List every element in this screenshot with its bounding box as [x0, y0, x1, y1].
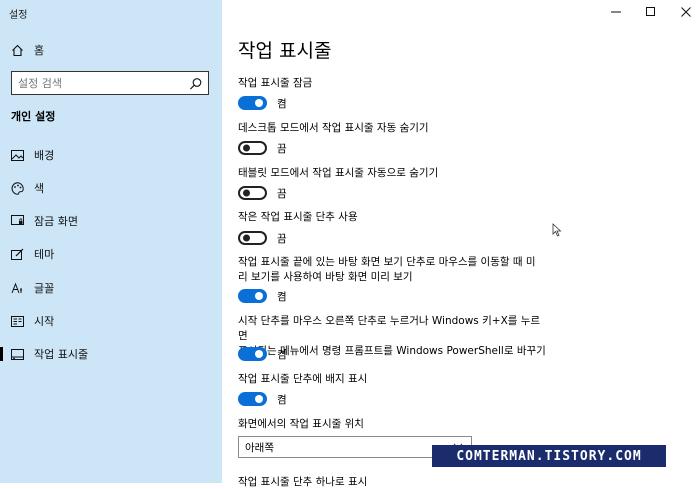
setting-label-autohide-tablet: 태블릿 모드에서 작업 표시줄 자동으로 숨기기 [238, 167, 439, 179]
brush-icon [10, 247, 24, 261]
toggle-lock-taskbar[interactable] [238, 96, 267, 110]
section-title: 개인 설정 [11, 110, 56, 123]
toggle-state: 끔 [277, 187, 287, 200]
minimize-button[interactable] [606, 4, 626, 18]
toggle-state: 끔 [277, 142, 287, 155]
toggle-knob [255, 292, 263, 300]
close-icon [681, 2, 691, 21]
toggle-knob [255, 350, 263, 358]
toggle-badges[interactable] [238, 392, 267, 406]
sidebar-item-label: 배경 [34, 149, 55, 162]
mouse-cursor-icon [552, 222, 562, 241]
sidebar-item-theme[interactable]: 테마 [0, 242, 222, 266]
font-icon [10, 281, 24, 295]
toggle-row-autohide-tablet: 끔 [238, 185, 287, 201]
sidebar-item-home[interactable]: 홈 [0, 38, 222, 62]
sidebar-item-label: 색 [34, 182, 45, 195]
sidebar: 설정 홈 개인 설정 배경 색 잠금 화면 테마 [0, 0, 222, 483]
picture-icon [10, 148, 24, 162]
home-icon [10, 43, 24, 57]
maximize-button[interactable] [641, 4, 661, 18]
sidebar-item-label: 테마 [34, 248, 55, 261]
page-title: 작업 표시줄 [238, 40, 332, 62]
sidebar-item-start[interactable]: 시작 [0, 309, 222, 333]
setting-label-line: 시작 단추를 마우스 오른쪽 단추로 누르거나 Windows 키+X를 누르면 [238, 315, 541, 342]
toggle-state: 켬 [277, 348, 287, 361]
toggle-state: 켬 [277, 290, 287, 303]
toggle-peek[interactable] [238, 289, 267, 303]
setting-label-peek: 작업 표시줄 끝에 있는 바탕 화면 보기 단추로 마우스를 이동할 때 미 리… [238, 255, 548, 285]
minimize-icon [611, 2, 621, 21]
toggle-knob [243, 234, 250, 242]
toggle-row-lock-taskbar: 켬 [238, 95, 287, 111]
watermark: COMTERMAN.TISTORY.COM [432, 445, 666, 467]
toggle-knob [243, 189, 250, 197]
sidebar-item-label: 시작 [34, 315, 55, 328]
sidebar-item-taskbar[interactable]: 작업 표시줄 [0, 342, 222, 366]
sidebar-item-fonts[interactable]: 글꼴 [0, 276, 222, 300]
toggle-powershell[interactable] [238, 347, 267, 361]
start-icon [10, 314, 24, 328]
toggle-knob [255, 395, 263, 403]
search-box[interactable] [11, 71, 209, 95]
sidebar-item-color[interactable]: 색 [0, 176, 222, 200]
sidebar-item-label: 글꼴 [34, 282, 55, 295]
toggle-autohide-desktop[interactable] [238, 141, 267, 155]
toggle-row-autohide-desktop: 끔 [238, 140, 287, 156]
setting-label-line: 작업 표시줄 끝에 있는 바탕 화면 보기 단추로 마우스를 이동할 때 미 [238, 256, 536, 268]
setting-label-combine-buttons: 작업 표시줄 단추 하나로 표시 [238, 476, 368, 488]
app-title: 설정 [9, 10, 28, 21]
setting-label-line: 리 보기를 사용하여 바탕 화면 미리 보기 [238, 271, 413, 283]
main-pane: 작업 표시줄 작업 표시줄 잠금 켬 데스크톱 모드에서 작업 표시줄 자동 숨… [222, 0, 700, 488]
toggle-state: 끔 [277, 232, 287, 245]
setting-label-lock-taskbar: 작업 표시줄 잠금 [238, 77, 313, 89]
toggle-row-peek: 켬 [238, 288, 287, 304]
toggle-state: 켬 [277, 393, 287, 406]
setting-label-autohide-desktop: 데스크톱 모드에서 작업 표시줄 자동 숨기기 [238, 122, 429, 134]
close-button[interactable] [676, 4, 696, 18]
toggle-knob [243, 144, 250, 152]
setting-label-small-buttons: 작은 작업 표시줄 단추 사용 [238, 211, 358, 223]
toggle-knob [255, 99, 263, 107]
taskbar-icon [10, 347, 24, 361]
setting-label-badges: 작업 표시줄 단추에 배지 표시 [238, 373, 368, 385]
sidebar-item-lock-screen[interactable]: 잠금 화면 [0, 209, 222, 233]
position-label: 화면에서의 작업 표시줄 위치 [238, 418, 364, 430]
toggle-autohide-tablet[interactable] [238, 186, 267, 200]
sidebar-item-label: 작업 표시줄 [34, 348, 89, 361]
sidebar-item-background[interactable]: 배경 [0, 143, 222, 167]
maximize-icon [646, 2, 656, 21]
search-icon[interactable] [189, 76, 203, 90]
search-input[interactable] [18, 73, 188, 94]
dropdown-value: 아래쪽 [245, 441, 274, 454]
toggle-row-small-buttons: 끔 [238, 230, 287, 246]
sidebar-item-label: 잠금 화면 [34, 215, 78, 228]
lock-screen-icon [10, 214, 24, 228]
palette-icon [10, 181, 24, 195]
toggle-row-badges: 켬 [238, 391, 287, 407]
toggle-small-buttons[interactable] [238, 231, 267, 245]
toggle-state: 켬 [277, 97, 287, 110]
toggle-row-powershell: 켬 [238, 346, 287, 362]
sidebar-item-label: 홈 [34, 44, 45, 57]
